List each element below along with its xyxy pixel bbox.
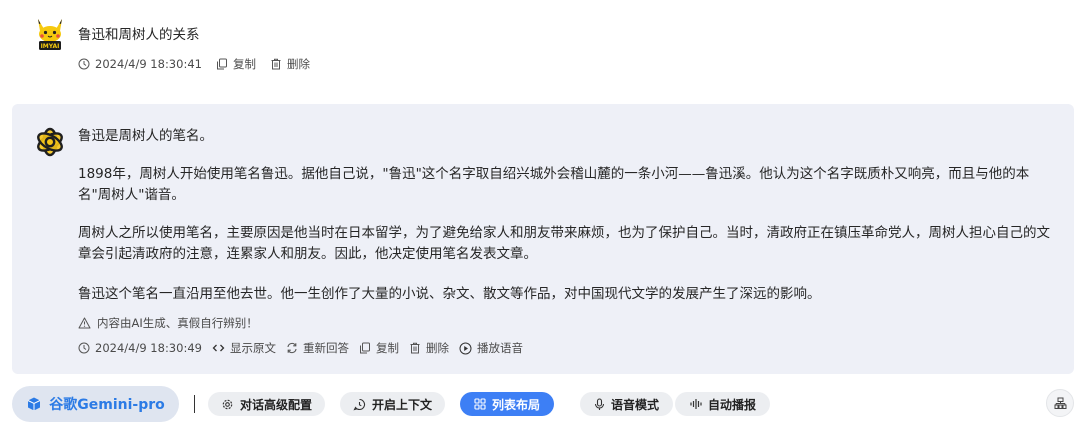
ai-disclaimer: 内容由AI生成、真假自行辨别！ (78, 315, 258, 331)
chat-icon (353, 398, 366, 410)
user-message: IMYAI 鲁迅和周树人的关系 2024/4/9 18:30:41 复制 删除 (34, 14, 734, 80)
user-delete-label: 删除 (286, 57, 310, 71)
user-delete-button[interactable]: 删除 (270, 56, 310, 72)
regenerate-button[interactable]: 重新回答 (286, 340, 349, 356)
answer-paragraph: 鲁迅是周树人的笔名。 (78, 128, 213, 144)
clock-icon (78, 342, 90, 354)
user-message-meta: 2024/4/9 18:30:41 复制 删除 (78, 56, 324, 72)
answer-paragraph: 鲁迅这个笔名一直沿用至他去世。他一生创作了大量的小说、杂文、散文等作品，对中国现… (78, 286, 821, 302)
trash-icon (271, 58, 281, 70)
clock-icon (78, 58, 90, 70)
chat-page: IMYAI 鲁迅和周树人的关系 2024/4/9 18:30:41 复制 删除 … (0, 0, 1080, 432)
toolbar-divider (194, 395, 195, 413)
assistant-delete-label: 删除 (425, 341, 449, 355)
context-toggle-label: 开启上下文 (371, 397, 432, 412)
voice-mode-label: 语音模式 (610, 397, 659, 412)
user-timestamp: 2024/4/9 18:30:41 (78, 57, 202, 71)
show-source-button[interactable]: 显示原文 (212, 340, 276, 356)
advanced-config-label: 对话高级配置 (239, 397, 312, 412)
code-icon (212, 344, 225, 352)
play-voice-label: 播放语音 (476, 341, 523, 355)
assistant-delete-button[interactable]: 删除 (409, 340, 449, 356)
auto-play-button[interactable]: 自动播报 (675, 392, 770, 416)
svg-text:IMYAI: IMYAI (41, 43, 60, 50)
openai-logo-icon (37, 127, 63, 157)
layout-settings-button[interactable] (1046, 389, 1074, 417)
bottom-toolbar: 谷歌Gemini-pro 对话高级配置 开启上下文 列表布局 语音模式 自动播报 (12, 386, 1074, 422)
model-selector-label: 谷歌Gemini-pro (49, 397, 165, 413)
user-copy-label: 复制 (232, 57, 256, 71)
assistant-timestamp-text: 2024/4/9 18:30:49 (95, 341, 202, 355)
advanced-config-button[interactable]: 对话高级配置 (208, 392, 325, 416)
answer-paragraph: 1898年，周树人开始使用笔名鲁迅。据他自己说，"鲁迅"这个名字取自绍兴城外会稽… (78, 166, 1030, 203)
regenerate-label: 重新回答 (302, 341, 349, 355)
copy-icon (359, 342, 370, 354)
copy-icon (216, 58, 227, 70)
microphone-icon (594, 397, 605, 410)
assistant-copy-button[interactable]: 复制 (359, 340, 399, 356)
play-voice-button[interactable]: 播放语音 (459, 340, 523, 356)
trash-icon (410, 342, 420, 354)
context-toggle-button[interactable]: 开启上下文 (340, 392, 445, 416)
pikachu-avatar-icon: IMYAI (38, 19, 62, 50)
ai-disclaimer-text: 内容由AI生成、真假自行辨别！ (97, 316, 258, 330)
assistant-message-meta: 2024/4/9 18:30:49 显示原文 重新回答 复制 删除 播放语音 (78, 340, 533, 356)
play-icon (459, 342, 472, 354)
voice-mode-button[interactable]: 语音模式 (580, 392, 673, 416)
gear-icon (222, 399, 233, 409)
assistant-timestamp: 2024/4/9 18:30:49 (78, 341, 202, 355)
list-layout-label: 列表布局 (491, 397, 540, 412)
user-question: 鲁迅和周树人的关系 (78, 27, 200, 43)
user-avatar: IMYAI (34, 17, 66, 53)
answer-paragraph: 周树人之所以使用笔名，主要原因是他当时在日本留学，为了避免给家人和朋友带来麻烦，… (78, 225, 1050, 262)
model-selector-button[interactable]: 谷歌Gemini-pro (12, 386, 179, 422)
assistant-message: 鲁迅是周树人的笔名。 1898年，周树人开始使用笔名鲁迅。据他自己说，"鲁迅"这… (12, 104, 1074, 374)
user-timestamp-text: 2024/4/9 18:30:41 (95, 57, 202, 71)
auto-play-label: 自动播报 (707, 397, 756, 412)
show-source-label: 显示原文 (229, 341, 276, 355)
assistant-copy-label: 复制 (375, 341, 399, 355)
layout-icon (1054, 397, 1066, 409)
soundwave-icon (690, 399, 702, 409)
user-copy-button[interactable]: 复制 (216, 56, 256, 72)
assistant-avatar (32, 124, 68, 160)
cube-icon (28, 397, 41, 411)
refresh-icon (287, 342, 297, 354)
list-layout-button[interactable]: 列表布局 (460, 392, 554, 416)
warning-icon (78, 317, 91, 329)
grid-icon (474, 398, 486, 410)
